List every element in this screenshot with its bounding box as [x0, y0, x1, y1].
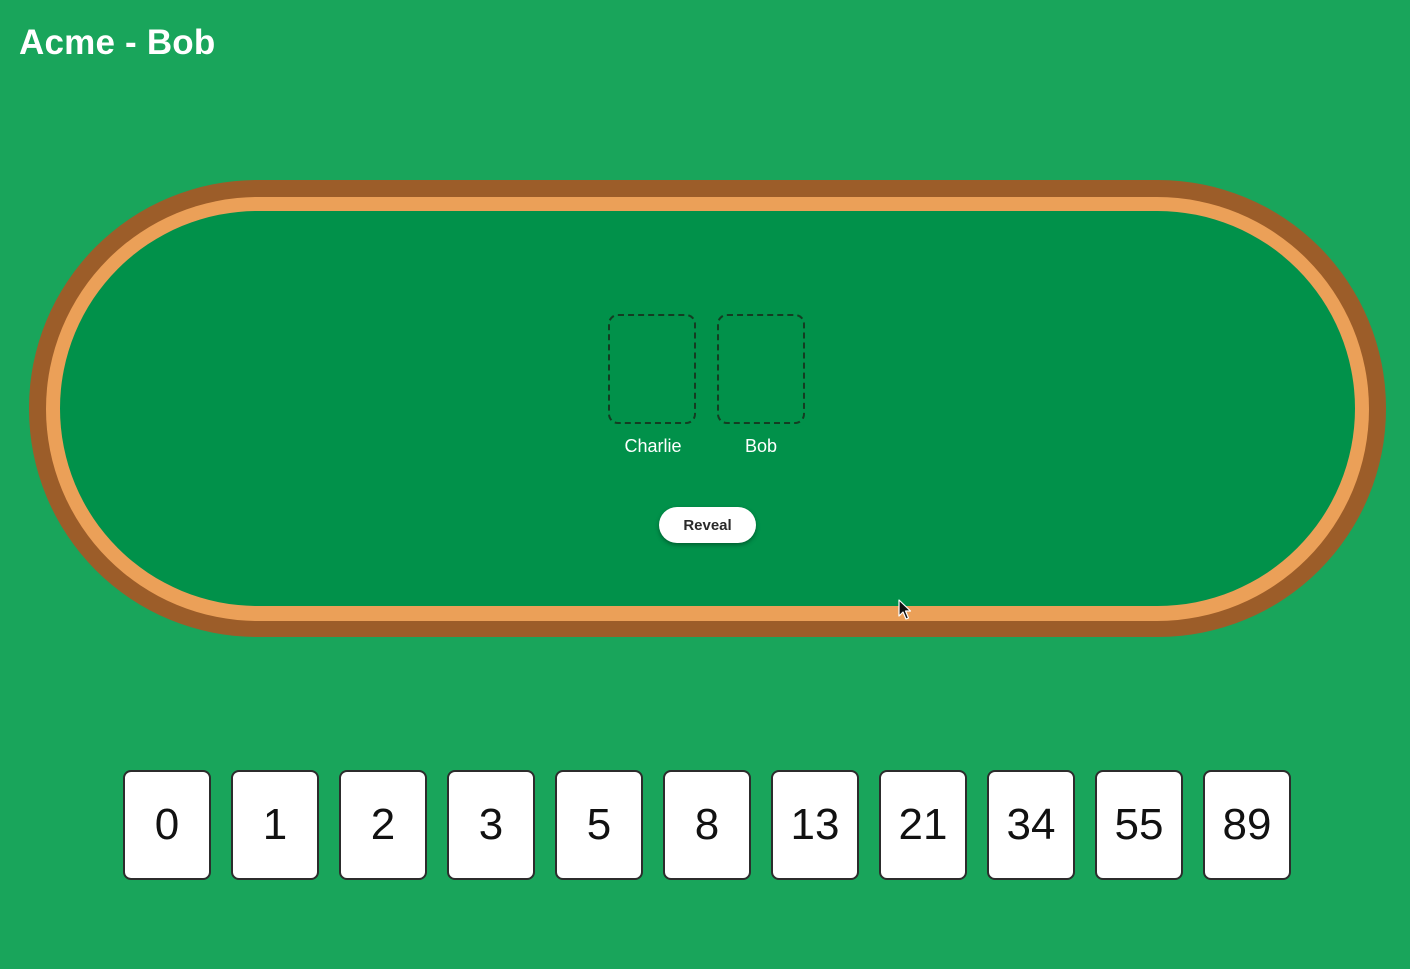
card-value: 1 — [262, 800, 288, 849]
vote-card-1[interactable]: 1 — [231, 770, 319, 880]
card-value: 55 — [1114, 800, 1164, 849]
vote-card-3[interactable]: 3 — [447, 770, 535, 880]
poker-table-felt — [60, 211, 1355, 606]
vote-card-5[interactable]: 5 — [555, 770, 643, 880]
vote-card-13[interactable]: 13 — [771, 770, 859, 880]
reveal-button[interactable]: Reveal — [659, 507, 756, 543]
card-value: 89 — [1222, 800, 1272, 849]
vote-card-21[interactable]: 21 — [879, 770, 967, 880]
card-value: 13 — [790, 800, 840, 849]
vote-card-89[interactable]: 89 — [1203, 770, 1291, 880]
card-slot-charlie — [608, 314, 696, 424]
page-title: Acme - Bob — [19, 23, 216, 62]
card-value: 21 — [898, 800, 948, 849]
card-value: 34 — [1006, 800, 1056, 849]
player-name-charlie: Charlie — [624, 436, 682, 456]
card-value: 2 — [370, 800, 396, 849]
card-slot-bob — [717, 314, 805, 424]
vote-card-8[interactable]: 8 — [663, 770, 751, 880]
player-name-bob: Bob — [744, 436, 778, 456]
card-value: 3 — [478, 800, 504, 849]
vote-card-34[interactable]: 34 — [987, 770, 1075, 880]
vote-card-0[interactable]: 0 — [123, 770, 211, 880]
card-value: 5 — [586, 800, 612, 849]
page: Acme - Bob Charlie Bob Reveal 0 1 2 3 5 … — [0, 0, 1410, 969]
card-value: 8 — [694, 800, 720, 849]
vote-card-2[interactable]: 2 — [339, 770, 427, 880]
vote-card-55[interactable]: 55 — [1095, 770, 1183, 880]
card-value: 0 — [154, 800, 180, 849]
card-hand: 0 1 2 3 5 8 13 21 34 55 89 — [123, 770, 1291, 882]
